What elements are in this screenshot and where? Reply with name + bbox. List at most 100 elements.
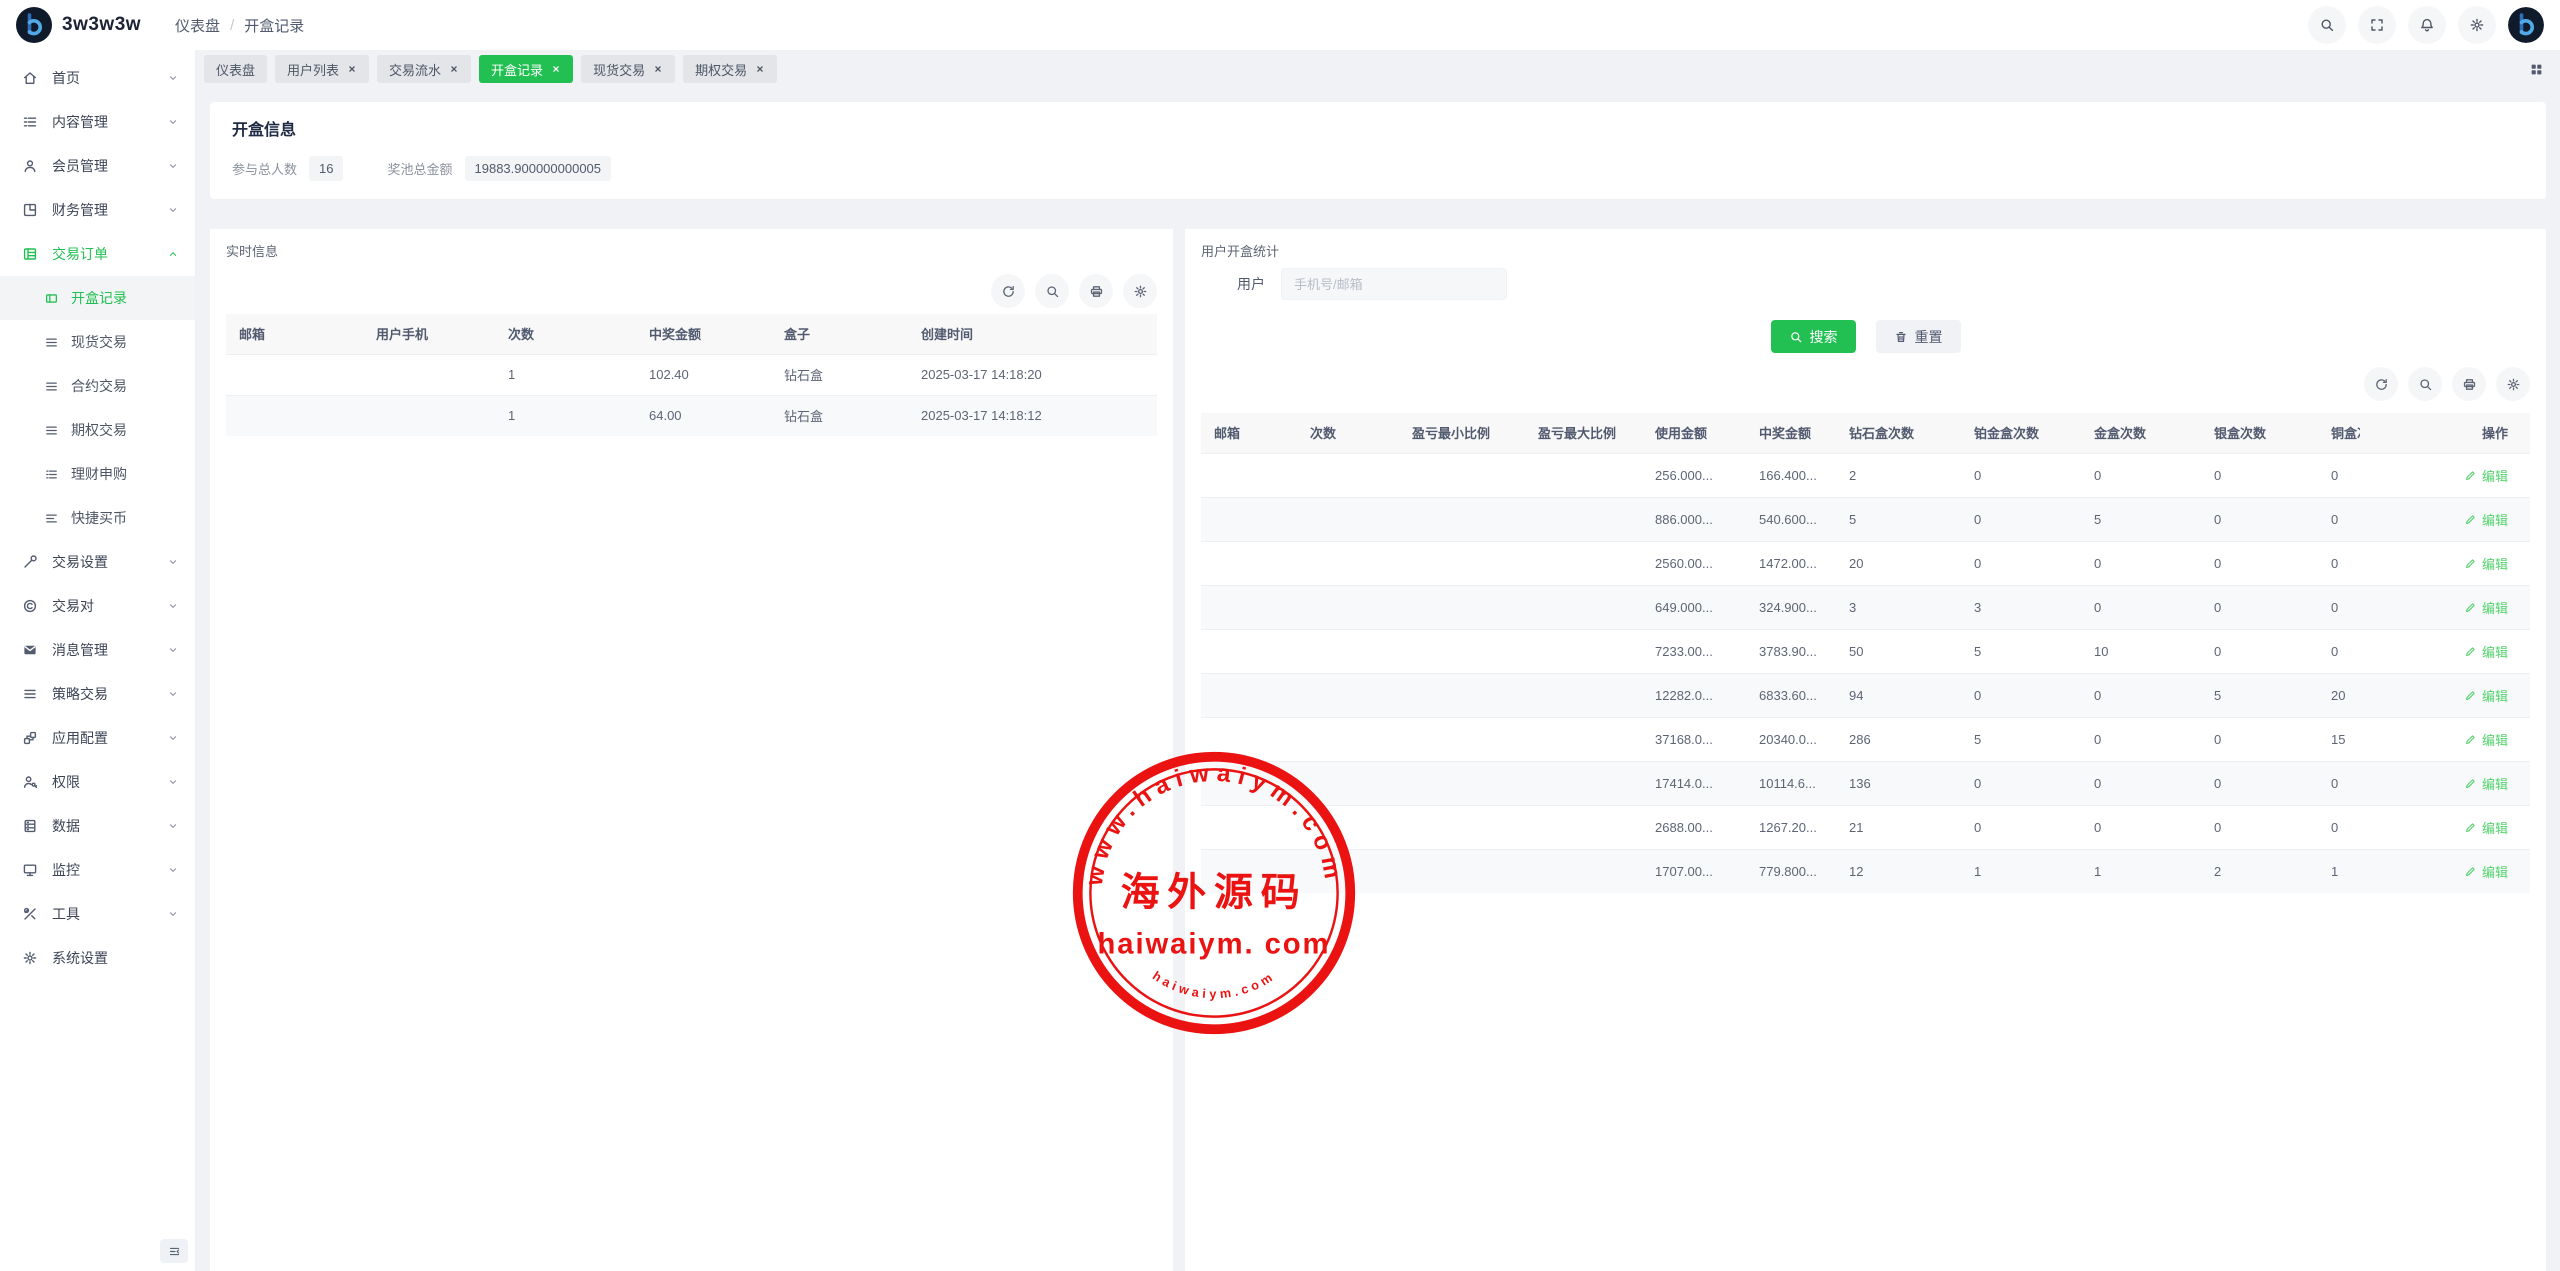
tab-item[interactable]: 交易流水: [377, 55, 471, 83]
close-icon[interactable]: [347, 64, 357, 74]
sidebar-subitem[interactable]: 开盒记录: [0, 276, 195, 320]
tab-item[interactable]: 用户列表: [275, 55, 369, 83]
sidebar-item[interactable]: 交易设置: [0, 540, 195, 584]
sidebar-item[interactable]: 数据: [0, 804, 195, 848]
realtime-panel: 实时信息 邮箱用户手机次数中奖金额盒子创建时间1102.40钻石盒2025-03…: [210, 229, 1173, 1271]
sidebar-item[interactable]: 财务管理: [0, 188, 195, 232]
table-row: 17414.0...10114.6...1360000编辑: [1201, 761, 2530, 805]
search-icon: [1789, 330, 1803, 344]
edit-button[interactable]: 编辑: [2464, 598, 2508, 617]
app-logo[interactable]: 3w3w3w: [16, 7, 141, 43]
table-row: 649.000...324.900...33000编辑: [1201, 585, 2530, 629]
cell: 2688.00...: [1642, 805, 1746, 849]
sidebar-item[interactable]: 交易对: [0, 584, 195, 628]
sidebar-item[interactable]: 内容管理: [0, 100, 195, 144]
tab-item[interactable]: 开盒记录: [479, 55, 573, 83]
tab-item[interactable]: 仪表盘: [204, 55, 267, 83]
sidebar-item-label: 消息管理: [52, 640, 108, 660]
tab-item[interactable]: 现货交易: [581, 55, 675, 83]
edit-button[interactable]: 编辑: [2464, 686, 2508, 705]
sidebar-item-label: 应用配置: [52, 728, 108, 748]
close-icon[interactable]: [449, 64, 459, 74]
stats-search-button[interactable]: [2408, 367, 2442, 401]
column-header: 钻石盒次数: [1836, 413, 1961, 453]
sidebar-subitem[interactable]: 理财申购: [0, 452, 195, 496]
sidebar-item[interactable]: 首页: [0, 56, 195, 100]
edit-button[interactable]: 编辑: [2464, 642, 2508, 661]
column-header: 中奖金额: [636, 314, 771, 354]
sidebar-item[interactable]: 消息管理: [0, 628, 195, 672]
search-icon: [2418, 377, 2433, 392]
avatar[interactable]: [2508, 7, 2544, 43]
stats-refresh-button[interactable]: [2364, 367, 2398, 401]
cell: [1201, 541, 1297, 585]
realtime-search-button[interactable]: [1035, 274, 1069, 308]
sidebar-item[interactable]: 工具: [0, 892, 195, 936]
sidebar-item[interactable]: 应用配置: [0, 716, 195, 760]
cell-actions: 编辑: [2360, 497, 2530, 541]
strategy-icon: [22, 686, 38, 702]
breadcrumb-home[interactable]: 仪表盘: [175, 15, 220, 36]
refresh-icon: [2374, 377, 2389, 392]
chevron-down-icon: [167, 72, 179, 84]
edit-button[interactable]: 编辑: [2464, 554, 2508, 573]
cell: 102.40: [636, 354, 771, 395]
stats-columns-button[interactable]: [2496, 367, 2530, 401]
sidebar-item-label: 系统设置: [52, 948, 108, 968]
table-row: 7233.00...3783.90...5051000编辑: [1201, 629, 2530, 673]
edit-button[interactable]: 编辑: [2464, 510, 2508, 529]
reset-button-label: 重置: [1915, 327, 1943, 347]
cell: 6833.60...: [1746, 673, 1836, 717]
cell-actions: 编辑: [2360, 585, 2530, 629]
sidebar-item[interactable]: 交易订单: [0, 232, 195, 276]
sidebar-item[interactable]: 系统设置: [0, 936, 195, 980]
realtime-columns-button[interactable]: [1123, 274, 1157, 308]
edit-button[interactable]: 编辑: [2464, 774, 2508, 793]
edit-button[interactable]: 编辑: [2464, 466, 2508, 485]
tab-label: 现货交易: [593, 60, 645, 79]
header-search-button[interactable]: [2308, 6, 2346, 44]
tab-label: 仪表盘: [216, 60, 255, 79]
member-icon: [22, 158, 38, 174]
realtime-print-button[interactable]: [1079, 274, 1113, 308]
sidebar-item[interactable]: 权限: [0, 760, 195, 804]
user-search-input[interactable]: [1281, 268, 1507, 300]
close-icon[interactable]: [653, 64, 663, 74]
pencil-icon: [2464, 469, 2477, 482]
search-button[interactable]: 搜索: [1771, 320, 1856, 353]
sidebar-collapse-button[interactable]: [160, 1239, 188, 1263]
cell: 0: [2081, 805, 2201, 849]
sidebar-subitem-label: 期权交易: [71, 420, 127, 440]
header-settings-button[interactable]: [2458, 6, 2496, 44]
column-header: 盈亏最大比例: [1525, 413, 1642, 453]
close-icon[interactable]: [551, 64, 561, 74]
cell: 5: [1961, 717, 2081, 761]
sidebar-item-label: 数据: [52, 816, 80, 836]
sidebar-item[interactable]: 策略交易: [0, 672, 195, 716]
edit-button[interactable]: 编辑: [2464, 730, 2508, 749]
tab-layout-button[interactable]: [2529, 62, 2544, 77]
cell-actions: 编辑: [2360, 849, 2530, 893]
sidebar-subitem[interactable]: 合约交易: [0, 364, 195, 408]
sidebar-subitem[interactable]: 期权交易: [0, 408, 195, 452]
cell: [1525, 453, 1642, 497]
sidebar-subitem[interactable]: 现货交易: [0, 320, 195, 364]
realtime-refresh-button[interactable]: [991, 274, 1025, 308]
header-fullscreen-button[interactable]: [2358, 6, 2396, 44]
sidebar-item[interactable]: 会员管理: [0, 144, 195, 188]
edit-button[interactable]: 编辑: [2464, 862, 2508, 881]
cell: [1201, 453, 1297, 497]
user-filter-form: 用户: [1201, 268, 2530, 300]
header-notifications-button[interactable]: [2408, 6, 2446, 44]
cell: 3: [1961, 585, 2081, 629]
sidebar-subitem[interactable]: 快捷买币: [0, 496, 195, 540]
breadcrumb-current: 开盒记录: [244, 15, 304, 36]
sidebar-item[interactable]: 监控: [0, 848, 195, 892]
cell: 10: [2081, 629, 2201, 673]
tab-item[interactable]: 期权交易: [683, 55, 777, 83]
stats-print-button[interactable]: [2452, 367, 2486, 401]
edit-button[interactable]: 编辑: [2464, 818, 2508, 837]
reset-button[interactable]: 重置: [1876, 320, 1961, 353]
cell: [1297, 761, 1399, 805]
close-icon[interactable]: [755, 64, 765, 74]
